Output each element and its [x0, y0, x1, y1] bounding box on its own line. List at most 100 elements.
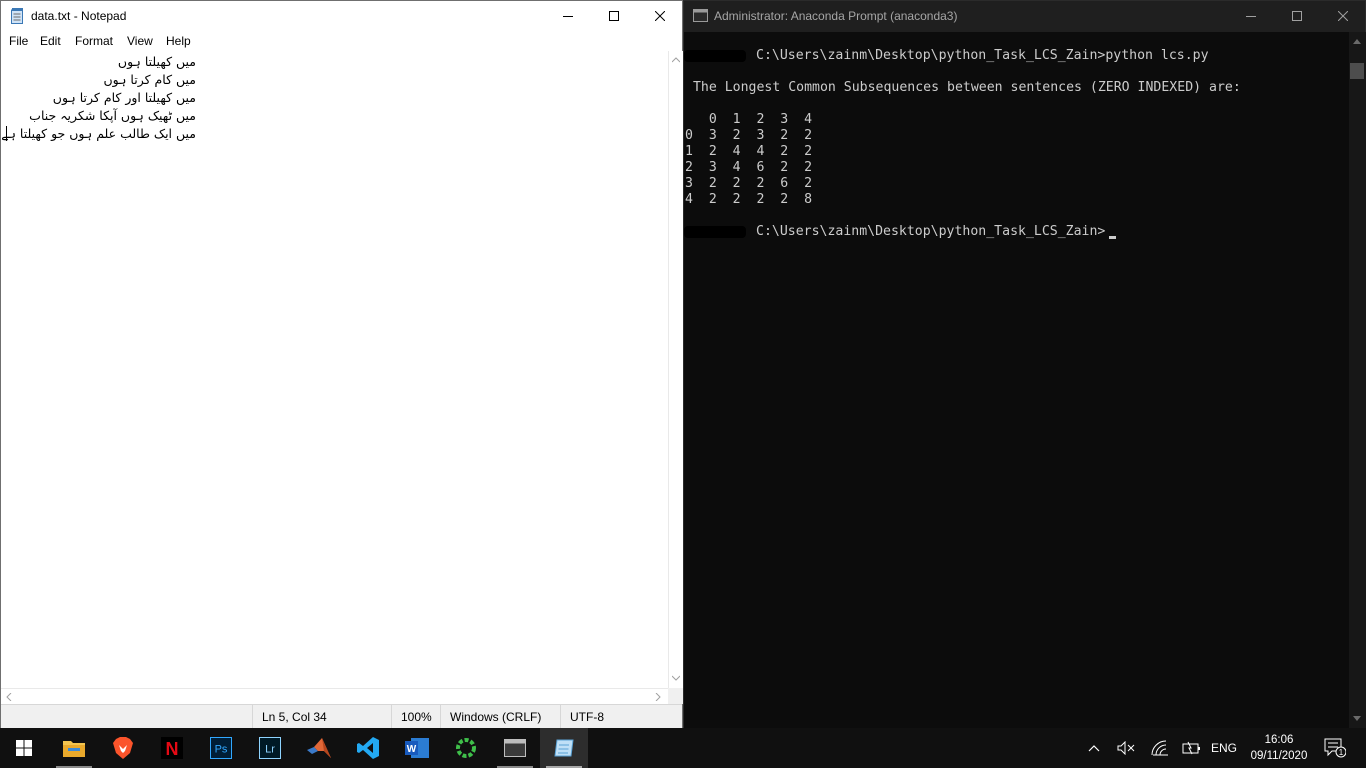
notification-count: 1 — [1339, 748, 1344, 757]
clock[interactable]: 16:06 09/11/2020 — [1244, 732, 1314, 764]
lcs-table-row: 1 2 4 4 2 2 — [685, 144, 813, 159]
lightroom-icon: Lr — [259, 737, 281, 759]
notepad-title: data.txt - Notepad — [31, 9, 127, 23]
console-prompt-line: C:\Users\zainm\Desktop\python_Task_LCS_Z… — [756, 48, 1209, 64]
vertical-scrollbar[interactable] — [668, 51, 683, 688]
lightroom-button[interactable]: Lr — [246, 728, 294, 768]
text-line: میں ایک طالب علم ہوں جو کھیلتا ہے — [1, 126, 196, 141]
console-command: python lcs.py — [1105, 48, 1209, 63]
maximize-button[interactable] — [591, 1, 637, 31]
menu-format[interactable]: Format — [75, 34, 113, 48]
lcs-table-row: 2 3 4 6 2 2 — [685, 160, 813, 175]
minimize-icon — [563, 16, 573, 17]
netflix-button[interactable]: N — [148, 728, 196, 768]
menu-help[interactable]: Help — [166, 34, 191, 48]
brave-button[interactable] — [99, 728, 147, 768]
console-close-button[interactable] — [1320, 1, 1366, 31]
spinner-app-icon — [456, 738, 476, 758]
prompt-path: C:\Users\zainm\Desktop\python_Task_LCS_Z… — [756, 48, 1106, 63]
scroll-right-icon[interactable] — [655, 693, 661, 701]
vscode-button[interactable] — [344, 728, 392, 768]
volume-button[interactable] — [1113, 728, 1139, 768]
text-line: میں ٹھیک ہوں آپکا شکریہ جناب — [29, 108, 196, 123]
wifi-icon — [1151, 740, 1168, 756]
language-indicator[interactable]: ENG — [1208, 728, 1240, 768]
clock-date: 09/11/2020 — [1250, 750, 1308, 762]
close-button[interactable] — [637, 1, 683, 31]
minimize-icon — [1246, 16, 1256, 17]
battery-button[interactable] — [1179, 728, 1205, 768]
notepad-app-icon — [11, 8, 24, 24]
maximize-icon — [609, 11, 619, 21]
notepad-window: data.txt - Notepad File Edit Format View… — [0, 0, 683, 728]
redacted-environment-name — [684, 226, 746, 238]
photoshop-label: Ps — [215, 744, 228, 756]
console-message: The Longest Common Subsequences between … — [685, 80, 1241, 95]
close-icon — [1338, 11, 1348, 21]
scrollbar-corner — [668, 688, 683, 704]
status-line-ending: Windows (CRLF) — [440, 705, 541, 728]
notepad-app-icon — [554, 739, 574, 757]
network-button[interactable] — [1147, 728, 1173, 768]
console-prompt-line: C:\Users\zainm\Desktop\python_Task_LCS_Z… — [756, 224, 1106, 239]
clock-time: 16:06 — [1264, 734, 1294, 746]
vscode-icon — [357, 737, 379, 759]
photoshop-button[interactable]: Ps — [197, 728, 245, 768]
text-line: میں کھیلتا اور کام کرتا ہوں — [52, 90, 196, 105]
text-editor[interactable]: میں کھیلتا ہوں میں کام کرتا ہوں میں کھیل… — [1, 51, 668, 688]
taskbar: N Ps Lr W ENG 16:06 09/11/2020 1 — [0, 728, 1366, 768]
scroll-down-icon[interactable] — [1353, 716, 1361, 721]
scroll-left-icon[interactable] — [6, 693, 12, 701]
battery-charging-icon — [1182, 741, 1200, 755]
anaconda-prompt-window: Administrator: Anaconda Prompt (anaconda… — [683, 0, 1366, 728]
console-minimize-button[interactable] — [1228, 1, 1274, 31]
console-taskbar-button[interactable] — [491, 728, 539, 768]
status-zoom: 100% — [391, 705, 432, 728]
console-scroll-thumb[interactable] — [1350, 63, 1364, 79]
volume-muted-icon — [1117, 741, 1135, 755]
netflix-label: N — [166, 739, 179, 759]
menu-file[interactable]: File — [9, 34, 28, 48]
chevron-up-icon — [1088, 745, 1100, 752]
netflix-icon: N — [161, 737, 183, 759]
start-button[interactable] — [0, 728, 48, 768]
word-button[interactable]: W — [393, 728, 441, 768]
word-icon: W — [405, 738, 429, 758]
action-center-button[interactable]: 1 — [1320, 728, 1350, 768]
menu-view[interactable]: View — [127, 34, 153, 48]
lcs-table-row: 0 3 2 3 2 2 — [685, 128, 813, 143]
console-titlebar[interactable]: Administrator: Anaconda Prompt (anaconda… — [684, 1, 1365, 32]
file-explorer-button[interactable] — [50, 728, 98, 768]
lcs-table-header: 0 1 2 3 4 — [685, 112, 813, 127]
matlab-button[interactable] — [295, 728, 343, 768]
scroll-down-icon[interactable] — [672, 675, 680, 681]
status-position: Ln 5, Col 34 — [252, 705, 327, 728]
console-app-icon — [693, 9, 708, 22]
menu-edit[interactable]: Edit — [40, 34, 61, 48]
start-icon — [16, 740, 32, 756]
scroll-up-icon[interactable] — [672, 57, 680, 63]
brave-icon — [113, 737, 133, 759]
console-scrollbar[interactable] — [1349, 32, 1366, 728]
spinner-app-button[interactable] — [442, 728, 490, 768]
minimize-button[interactable] — [545, 1, 591, 31]
text-line: میں کھیلتا ہوں — [117, 54, 196, 69]
console-output[interactable]: C:\Users\zainm\Desktop\python_Task_LCS_Z… — [684, 32, 1349, 728]
redacted-environment-name — [684, 50, 746, 62]
matlab-icon — [307, 738, 331, 758]
lcs-table-row: 4 2 2 2 2 8 — [685, 192, 813, 207]
scroll-up-icon[interactable] — [1353, 39, 1361, 44]
text-caret — [6, 126, 7, 141]
photoshop-icon: Ps — [210, 737, 232, 759]
status-bar: Ln 5, Col 34 100% Windows (CRLF) UTF-8 — [1, 704, 682, 728]
console-title: Administrator: Anaconda Prompt (anaconda… — [714, 9, 958, 23]
console-maximize-button[interactable] — [1274, 1, 1320, 31]
show-hidden-icons-button[interactable] — [1082, 728, 1106, 768]
console-cursor — [1109, 236, 1116, 239]
menu-bar: File Edit Format View Help — [1, 31, 682, 51]
notepad-taskbar-button[interactable] — [540, 728, 588, 768]
notepad-titlebar[interactable]: data.txt - Notepad — [1, 1, 682, 31]
horizontal-scrollbar[interactable] — [1, 688, 668, 704]
word-label: W — [407, 744, 417, 755]
lightroom-label: Lr — [265, 744, 275, 756]
